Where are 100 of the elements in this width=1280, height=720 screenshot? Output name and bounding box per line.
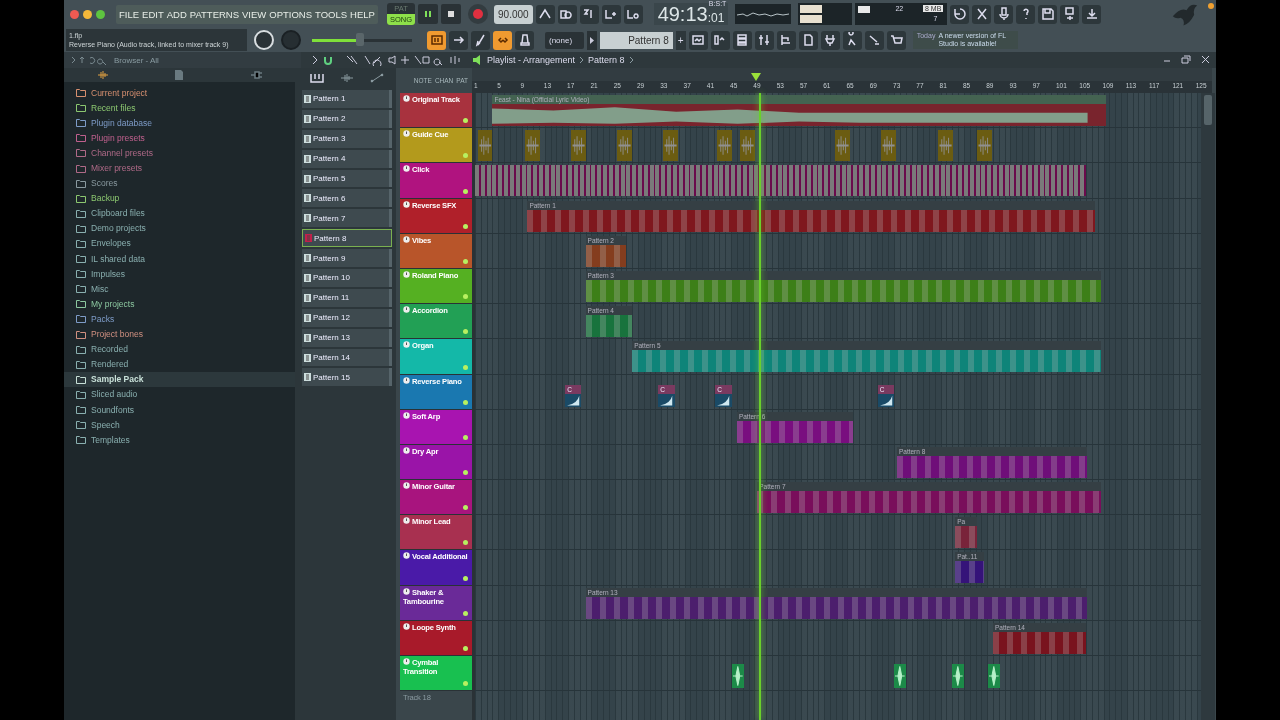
volume-thumb[interactable] [356,33,364,46]
toolbar-icon[interactable] [688,30,708,50]
toolbar-icon[interactable] [557,4,577,24]
audio-clip[interactable] [739,130,755,162]
add-pattern-button[interactable]: + [675,30,686,50]
audio-clip[interactable] [894,664,906,688]
toggle-button[interactable] [515,30,534,50]
toolbar-icon[interactable] [535,4,555,24]
power-icon[interactable] [403,622,410,630]
track-active-dot[interactable] [463,223,468,229]
menu-item[interactable]: ADD [166,8,187,20]
master-volume-slider[interactable] [312,33,412,47]
power-icon[interactable] [403,235,410,243]
browser-item[interactable]: Current project [64,85,295,101]
toolbar-icon[interactable] [1016,4,1036,24]
toolbar-icon[interactable] [1082,4,1102,24]
pause-button[interactable] [418,4,439,24]
pattern-item[interactable]: Pattern 11 [302,288,392,307]
waveform-tab-icon[interactable] [96,70,109,80]
browser-item[interactable]: Sample Pack [64,371,295,387]
menu-item[interactable]: TOOLS [315,8,348,20]
power-icon[interactable] [403,376,410,384]
browser-item[interactable]: Misc [64,281,295,297]
audio-clip[interactable] [952,664,964,688]
toolbar-icon[interactable] [1038,4,1058,24]
track-active-dot[interactable] [463,470,468,476]
audio-clip[interactable] [571,130,587,162]
toggle-button[interactable] [493,30,512,50]
track-active-dot[interactable] [463,329,468,335]
window-controls-icon[interactable] [1162,55,1210,65]
power-icon[interactable] [403,517,410,525]
browser-item[interactable]: Plugin database [64,115,295,131]
browser-item[interactable]: Speech [64,417,295,433]
audio-clip[interactable] [834,130,850,162]
toolbar-icon[interactable] [864,30,884,50]
power-icon[interactable] [403,482,410,490]
browser-item[interactable]: Backup [64,190,295,206]
audio-clip[interactable] [880,130,896,162]
browser-item[interactable]: Recorded [64,341,295,357]
audio-clip[interactable] [663,130,679,162]
pattern-clip-strip[interactable] [475,165,1087,197]
power-icon[interactable] [403,552,410,560]
plug-tab-icon[interactable] [250,70,263,80]
power-icon[interactable] [403,130,410,138]
browser-item[interactable]: My projects [64,296,295,312]
minimize-dot[interactable] [83,9,92,19]
menu-item[interactable]: OPTIONS [269,8,313,20]
browser-item[interactable]: Envelopes [64,235,295,252]
browser-item[interactable]: Sliced audio [64,386,295,402]
power-icon[interactable] [403,165,410,173]
pattern-item[interactable]: Pattern 8 [302,229,392,248]
pattern-selector[interactable]: Pattern 8 [600,31,673,49]
pattern-item[interactable]: Pattern 14 [302,348,392,367]
track-active-dot[interactable] [463,681,468,687]
audio-clip[interactable] [976,130,992,162]
pattern-item[interactable]: Pattern 5 [302,169,392,188]
toolbar-icon[interactable] [994,4,1014,24]
pattern-item[interactable]: Pattern 1 [302,90,392,108]
pattern-item[interactable]: Pattern 7 [302,209,392,228]
pattern-item[interactable]: Pattern 6 [302,189,392,208]
browser-item[interactable]: Scores [64,175,295,191]
browser-item[interactable]: Impulses [64,266,295,282]
toolbar-icon[interactable] [776,30,796,50]
record-button[interactable] [468,4,489,24]
menu-item[interactable]: EDIT [142,8,164,20]
toolbar-icon[interactable] [820,30,840,50]
pattern-item[interactable]: Pattern 13 [302,328,392,347]
toolbar-icon[interactable] [754,30,774,50]
audio-clip[interactable] [938,130,954,162]
track-active-dot[interactable] [463,434,468,440]
track-active-dot[interactable] [463,575,468,581]
track-active-dot[interactable] [463,188,468,194]
track-active-dot[interactable] [463,399,468,405]
audio-clip[interactable] [617,130,633,162]
pattern-item[interactable]: Pattern 9 [302,249,392,267]
power-icon[interactable] [403,95,410,102]
pattern-item[interactable]: Pattern 4 [302,149,392,168]
toolbar-icon[interactable] [623,4,643,24]
toolbar-icon[interactable] [886,30,906,50]
pattern-item[interactable]: Pattern 2 [302,109,392,128]
toolbar-icon[interactable] [798,30,818,50]
browser-item[interactable]: Plugin presets [64,130,295,146]
close-dot[interactable] [70,9,79,19]
power-icon[interactable] [403,411,410,419]
browser-item[interactable]: Recent files [64,100,295,116]
snap-dropdown[interactable]: (none) [545,31,585,49]
toggle-button[interactable] [471,30,490,50]
power-icon[interactable] [403,446,410,454]
browser-item[interactable]: IL shared data [64,251,295,267]
track-active-dot[interactable] [463,258,468,264]
menu-item[interactable]: VIEW [242,8,267,20]
power-icon[interactable] [403,658,410,665]
pattern-item[interactable]: Pattern 15 [302,368,392,387]
toolbar-icon[interactable] [601,4,621,24]
browser-item[interactable]: Project bones [64,326,295,342]
browser-item[interactable]: Mixer presets [64,160,295,176]
toolbar-icon[interactable] [842,30,862,50]
automation-icon[interactable] [370,73,384,83]
menu-item[interactable]: HELP [350,8,375,20]
power-icon[interactable] [403,587,410,595]
